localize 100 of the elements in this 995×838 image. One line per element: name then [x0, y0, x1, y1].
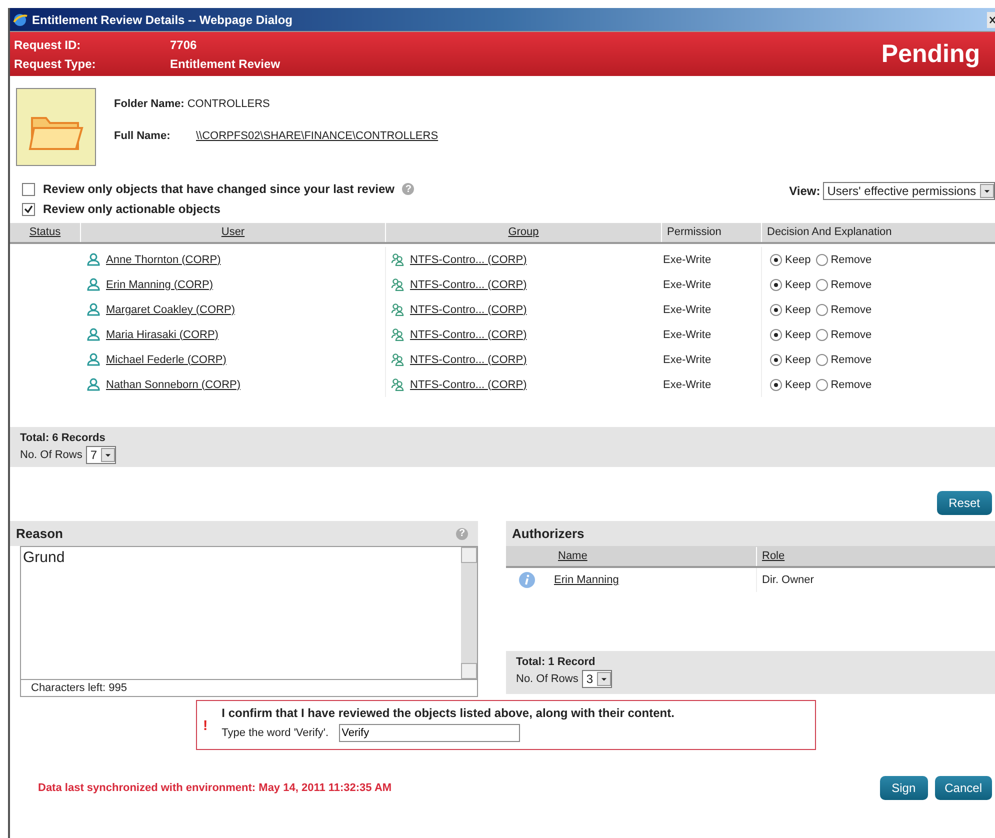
reset-button[interactable]: Reset [936, 491, 992, 515]
warning-mark: ! [203, 717, 208, 733]
radio-label: Keep [785, 354, 811, 366]
radio-label: Keep [785, 304, 811, 316]
rows-select[interactable]: 7 [86, 446, 116, 464]
user-icon [87, 353, 100, 366]
field-label: Request Type: [14, 56, 97, 70]
group-link[interactable]: NTFS-Contro... (CORP) [410, 378, 527, 390]
rows-select[interactable]: 3 [582, 670, 612, 688]
checkbox-label: Review only objects that have changed since your last review [43, 182, 394, 196]
radio-label: Keep [785, 378, 811, 390]
user-link[interactable]: Maria Hirasaki (CORP) [106, 328, 218, 340]
user-icon [87, 378, 100, 391]
confirm-text: I confirm that I have reviewed the objects listed above, along with their content. [222, 706, 674, 720]
table-cell: Dir. Owner [762, 574, 814, 586]
user-icon [87, 253, 100, 266]
radio-button[interactable] [816, 328, 828, 340]
group-icon [391, 253, 404, 266]
close-icon[interactable] [987, 12, 995, 28]
radio-button[interactable] [770, 254, 782, 266]
user-link[interactable]: Anne Thornton (CORP) [106, 254, 221, 266]
verify-field[interactable]: Verify [338, 724, 520, 742]
cancel-button[interactable]: Cancel [934, 776, 992, 800]
user-link[interactable]: Erin Manning (CORP) [106, 278, 213, 290]
sign-button[interactable]: Sign [880, 776, 928, 800]
group-icon [391, 378, 404, 391]
table-cell: Exe-Write [663, 378, 712, 390]
folder-icon [16, 88, 96, 166]
radio-button[interactable] [770, 328, 782, 340]
column-header[interactable]: Status [10, 223, 80, 242]
radio-label: Keep [785, 254, 811, 266]
radio-label: Remove [830, 278, 872, 290]
radio-button[interactable] [770, 278, 782, 290]
full-name-label: Full Name: [114, 130, 172, 142]
status-label: Pending [881, 40, 980, 68]
window-title: Entitlement Review Details -- Webpage Dialog [32, 12, 294, 26]
radio-label: Remove [830, 328, 872, 340]
browser-icon [12, 12, 28, 28]
radio-button[interactable] [770, 354, 782, 366]
radio-label: Remove [830, 254, 872, 266]
group-link[interactable]: NTFS-Contro... (CORP) [410, 304, 527, 316]
radio-button[interactable] [816, 354, 828, 366]
user-link[interactable]: Michael Federle (CORP) [106, 354, 226, 366]
characters-left: Characters left: 995 [20, 680, 478, 697]
user-icon [87, 328, 100, 341]
radio-button[interactable] [770, 378, 782, 390]
radio-label: Keep [785, 328, 811, 340]
rows-label: No. Of Rows [516, 673, 578, 685]
group-link[interactable]: NTFS-Contro... (CORP) [410, 254, 527, 266]
group-icon [391, 303, 404, 316]
checkbox-label: Review only actionable objects [43, 202, 220, 216]
column-header: Permission [661, 223, 761, 242]
caret-icon [980, 184, 994, 198]
record-total: Total: 1 Record [516, 656, 596, 668]
group-icon [391, 353, 404, 366]
group-icon [391, 278, 404, 291]
radio-button[interactable] [816, 254, 828, 266]
rows-label: No. Of Rows [20, 449, 82, 461]
group-link[interactable]: NTFS-Contro... (CORP) [410, 354, 527, 366]
radio-label: Remove [830, 378, 872, 390]
caret-icon [101, 448, 116, 462]
column-header[interactable]: User [80, 223, 385, 242]
column-header: Decision And Explanation [761, 223, 995, 242]
column-header[interactable]: Role [756, 546, 995, 566]
caret-icon [597, 672, 612, 686]
radio-label: Remove [830, 304, 872, 316]
group-link[interactable]: NTFS-Contro... (CORP) [410, 328, 527, 340]
scrollbar[interactable] [461, 547, 477, 679]
user-link[interactable]: Nathan Sonneborn (CORP) [106, 378, 241, 390]
radio-label: Keep [785, 278, 811, 290]
table-cell: Exe-Write [663, 278, 712, 290]
view-select[interactable]: Users' effective permissions [823, 182, 995, 200]
field-label: Request ID: [14, 38, 82, 52]
authorizer-link[interactable]: Erin Manning [554, 574, 619, 586]
section-title: Reason [16, 526, 63, 541]
checkbox[interactable] [22, 182, 35, 196]
field-value: 7706 [170, 38, 198, 52]
table-cell: Exe-Write [663, 254, 712, 266]
table-cell: Exe-Write [663, 328, 712, 340]
verify-prompt: Type the word 'Verify'. [222, 727, 329, 739]
radio-button[interactable] [770, 304, 782, 316]
column-header[interactable]: Name [506, 546, 756, 566]
table-cell: Exe-Write [663, 354, 712, 366]
full-name-link[interactable]: \\CORPFS02\SHARE\FINANCE\CONTROLLERS [196, 130, 438, 142]
sync-message: Data last synchronized with environment: May 14, 2011 11:32:35 AM [38, 782, 392, 794]
checkbox[interactable] [22, 202, 35, 216]
radio-button[interactable] [816, 378, 828, 390]
group-link[interactable]: NTFS-Contro... (CORP) [410, 278, 527, 290]
radio-label: Remove [830, 354, 872, 366]
radio-button[interactable] [816, 278, 828, 290]
group-icon [391, 328, 404, 341]
view-label: View: [789, 184, 820, 198]
folder-name: Folder Name: CONTROLLERS [114, 98, 271, 110]
column-header[interactable]: Group [385, 223, 661, 242]
user-icon [87, 278, 100, 291]
user-icon [87, 303, 100, 316]
field-value: Entitlement Review [170, 56, 282, 70]
user-link[interactable]: Margaret Coakley (CORP) [106, 304, 235, 316]
table-cell: Exe-Write [663, 304, 712, 316]
radio-button[interactable] [816, 304, 828, 316]
